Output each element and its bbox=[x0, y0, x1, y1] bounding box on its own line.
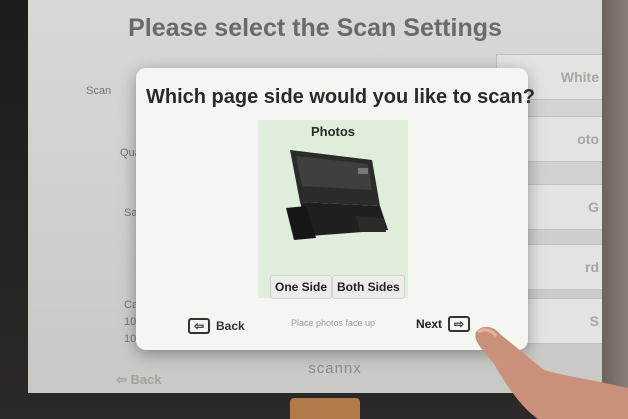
next-arrow-icon: ⇨ bbox=[448, 316, 471, 332]
dialog-title: Which page side would you like to scan? bbox=[146, 86, 535, 108]
dialog-next-button[interactable]: Next ⇨ bbox=[416, 311, 471, 337]
scanner-icon bbox=[286, 150, 388, 240]
background-page-title: Please select the Scan Settings bbox=[128, 14, 502, 42]
both-sides-button[interactable]: Both Sides bbox=[332, 275, 405, 299]
one-side-button[interactable]: One Side bbox=[270, 275, 333, 299]
back-arrow-icon: ⇦ bbox=[116, 372, 131, 387]
scannx-logo: scannx bbox=[308, 360, 362, 377]
pointing-hand bbox=[475, 326, 628, 419]
background-label-scan: Scan bbox=[86, 85, 112, 97]
kiosk-stand bbox=[290, 398, 360, 419]
photo-panel-title: Photos bbox=[310, 124, 356, 139]
photo-hint-text: Place photos face up bbox=[290, 318, 376, 328]
back-arrow-icon: ⇦ bbox=[188, 318, 210, 334]
scan-side-dialog: Which page side would you like to scan? … bbox=[136, 68, 535, 350]
dialog-next-label: Next bbox=[416, 317, 443, 331]
dialog-back-button[interactable]: ⇦ Back bbox=[188, 315, 245, 337]
background-back-label: Back bbox=[130, 372, 162, 387]
background-back-button[interactable]: ⇦ Back bbox=[116, 372, 162, 388]
photo-preview-panel: Photos Place photos face up bbox=[258, 120, 408, 328]
dialog-back-label: Back bbox=[216, 319, 245, 333]
